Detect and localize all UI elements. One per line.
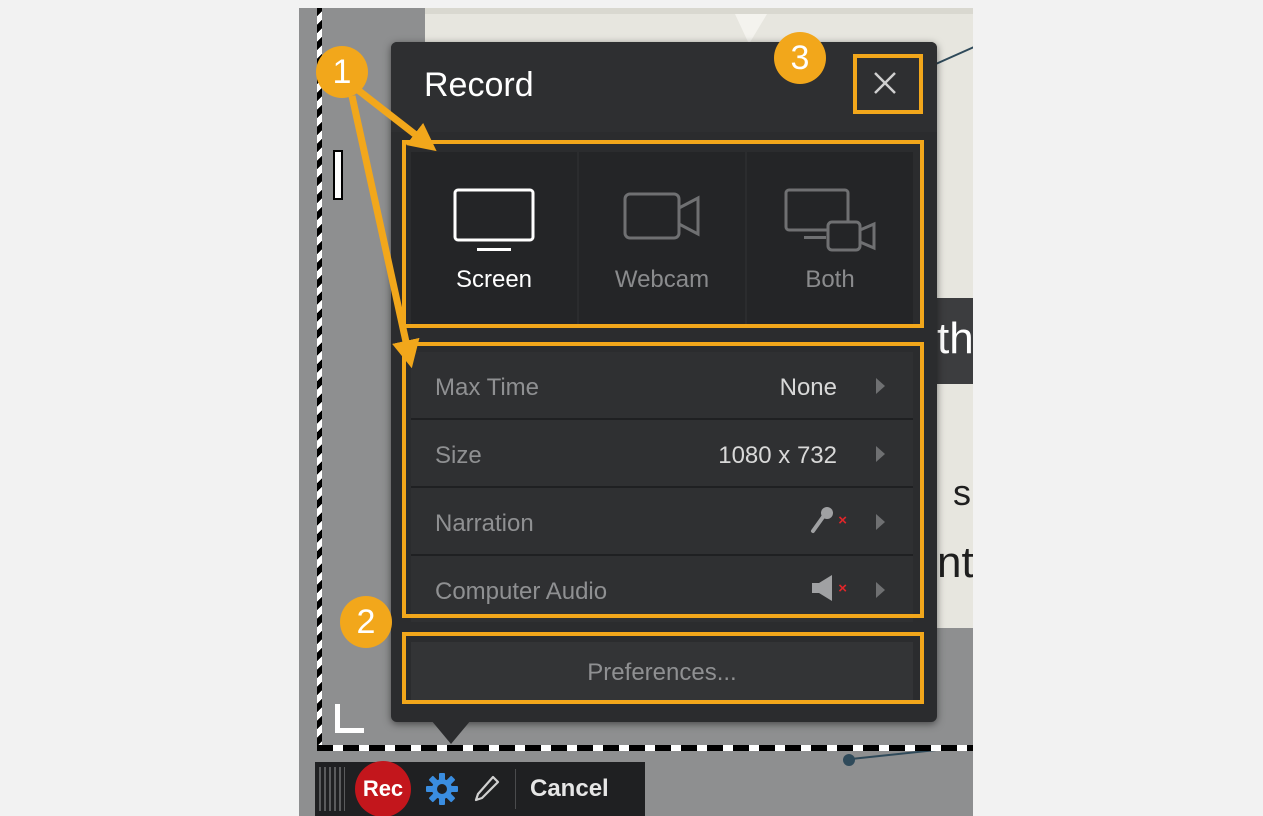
callout-badge-3: 3 <box>774 32 826 84</box>
drag-grip-icon[interactable] <box>319 767 345 811</box>
background-shape <box>735 14 767 44</box>
background-text-nt: nt <box>937 538 973 587</box>
background-text-th: th <box>937 314 973 363</box>
callout-badge-1: 1 <box>316 46 368 98</box>
background-text-s: s <box>953 472 971 513</box>
pencil-icon <box>474 775 500 802</box>
highlight-recording-modes <box>402 140 924 328</box>
recorder-toolbar: Rec Cancel <box>315 761 645 816</box>
draw-button[interactable] <box>473 774 501 804</box>
cancel-button[interactable]: Cancel <box>530 775 609 803</box>
panel-pointer <box>431 720 471 744</box>
highlight-preferences <box>402 632 924 704</box>
highlight-close <box>853 54 923 114</box>
capture-border-bottom[interactable] <box>317 745 973 751</box>
resize-handle-left[interactable] <box>333 150 343 200</box>
callout-badge-2: 2 <box>340 596 392 648</box>
toolbar-divider <box>515 769 516 809</box>
background-dot <box>843 754 855 766</box>
resize-handle-corner[interactable] <box>335 704 364 733</box>
gear-icon <box>426 773 458 805</box>
settings-button[interactable] <box>425 772 459 806</box>
capture-border-left[interactable] <box>317 8 322 751</box>
record-button[interactable]: Rec <box>355 761 411 816</box>
panel-title: Record <box>424 66 534 104</box>
highlight-settings <box>402 342 924 618</box>
background-document-edge <box>425 8 973 14</box>
